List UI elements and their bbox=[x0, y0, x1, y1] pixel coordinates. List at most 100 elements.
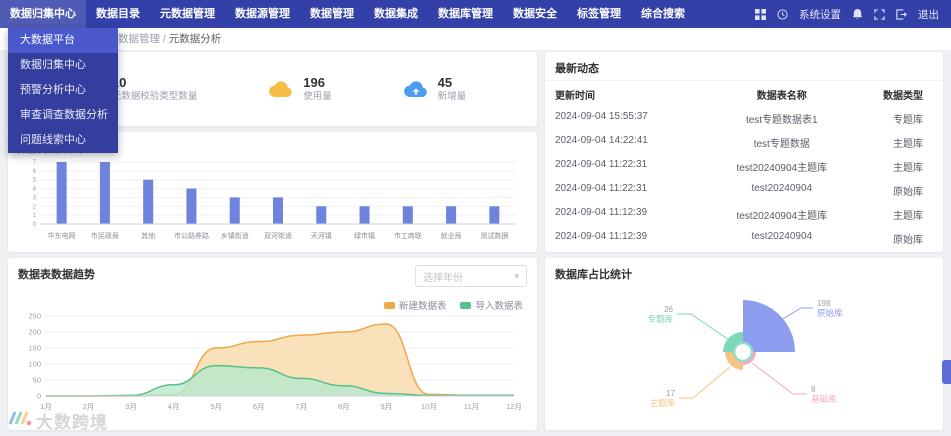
year-select-placeholder: 选择年份 bbox=[423, 272, 463, 284]
nav-item-database-management[interactable]: 数据库管理 bbox=[428, 0, 503, 28]
nav-item-data-catalog[interactable]: 数据目录 bbox=[86, 0, 150, 28]
menu-item-bigdata-platform[interactable]: 大数据平台 bbox=[8, 28, 118, 53]
table-row[interactable]: 2024-09-04 11:12:39 test20240904主题库 主题库 bbox=[545, 202, 943, 226]
data-collection-dropdown-menu: 大数据平台 数据归集中心 预警分析中心 审查调查数据分析 问题线索中心 bbox=[8, 28, 118, 153]
svg-text:6: 6 bbox=[33, 169, 37, 175]
clock-icon[interactable] bbox=[777, 8, 788, 20]
svg-text:华东电网: 华东电网 bbox=[48, 231, 76, 240]
svg-text:1: 1 bbox=[33, 213, 37, 219]
legend-marker bbox=[383, 301, 395, 309]
svg-text:2: 2 bbox=[33, 204, 37, 210]
logout-icon[interactable] bbox=[896, 8, 907, 20]
data-source-bar-chart: 0 1 2 3 4 5 6 7 华东电网 市民政局 其他 市公路养路 乡镇街道 双河街道 天河镇 绿市镇 市工商… bbox=[33, 160, 516, 240]
data-table-trend-chart: 0 50 100 150 200 250 1月 2月 3月 4月 5月 6月 7月 8月 9月 10月 11月 1… bbox=[28, 312, 522, 412]
svg-text:1月: 1月 bbox=[40, 402, 52, 411]
svg-text:绿市镇: 绿市镇 bbox=[354, 231, 375, 240]
logout-link[interactable]: 退出 bbox=[918, 7, 939, 22]
svg-text:主题库: 主题库 bbox=[649, 398, 675, 408]
svg-text:市公路养路: 市公路养路 bbox=[174, 231, 209, 240]
nav-item-data-security[interactable]: 数据安全 bbox=[503, 0, 567, 28]
svg-text:0: 0 bbox=[33, 222, 37, 228]
nav-item-metadata-management[interactable]: 元数据管理 bbox=[150, 0, 225, 28]
cell-data-type: 原始库 bbox=[892, 186, 923, 198]
cell-table-name: test20240904主题库 bbox=[736, 162, 828, 174]
svg-text:8: 8 bbox=[811, 385, 816, 394]
stat-new-added: 45 新增量 bbox=[403, 75, 467, 103]
svg-text:0: 0 bbox=[37, 392, 41, 401]
svg-text:5: 5 bbox=[33, 178, 37, 184]
svg-text:7: 7 bbox=[33, 160, 37, 166]
cell-data-type: 主题库 bbox=[892, 210, 923, 222]
svg-text:7月: 7月 bbox=[295, 402, 307, 411]
stat-label: 使用量 bbox=[303, 91, 332, 102]
svg-text:250: 250 bbox=[28, 312, 41, 321]
svg-text:基础库: 基础库 bbox=[811, 394, 837, 404]
news-table-header: 更新时间 数据表名称 数据类型 bbox=[545, 81, 943, 106]
year-select[interactable]: 选择年份 ▾ bbox=[415, 265, 527, 287]
cell-table-name: test20240904 bbox=[751, 230, 813, 242]
column-header-update-time: 更新时间 bbox=[555, 91, 595, 102]
cell-update-time: 2024-09-04 15:55:37 bbox=[555, 110, 648, 122]
cell-data-type: 主题库 bbox=[892, 162, 923, 174]
main-menu: 数据归集中心 数据目录 元数据管理 数据源管理 数据管理 数据集成 数据库管理 … bbox=[0, 0, 695, 28]
apps-grid-icon[interactable] bbox=[755, 8, 766, 20]
system-settings-link[interactable]: 系统设置 bbox=[799, 7, 841, 22]
table-row[interactable]: 2024-09-04 11:12:00 test20240904主题库 主题库 bbox=[545, 250, 943, 252]
svg-text:200: 200 bbox=[28, 328, 41, 337]
svg-text:12月: 12月 bbox=[506, 402, 522, 411]
table-row[interactable]: 2024-09-04 14:22:41 test专题数据 主题库 bbox=[545, 130, 943, 154]
table-row[interactable]: 2024-09-04 11:12:39 test20240904 原始库 bbox=[545, 226, 943, 250]
table-row[interactable]: 2024-09-04 15:55:37 test专题数据表1 专题库 bbox=[545, 106, 943, 130]
svg-text:专题库: 专题库 bbox=[647, 314, 673, 324]
svg-text:50: 50 bbox=[33, 376, 41, 385]
cell-data-type: 专题库 bbox=[892, 114, 923, 126]
column-header-table-name: 数据表名称 bbox=[756, 91, 807, 102]
cell-data-type: 主题库 bbox=[892, 138, 923, 150]
svg-text:2月: 2月 bbox=[83, 402, 95, 411]
menu-item-investigation-data-analysis[interactable]: 审查调查数据分析 bbox=[8, 103, 118, 128]
stat-label: 元数据校验类型数量 bbox=[111, 91, 198, 102]
breadcrumb-section[interactable]: 数据管理 bbox=[118, 33, 160, 45]
svg-text:26: 26 bbox=[664, 305, 673, 314]
navbar-right-tools: 系统设置 退出 bbox=[755, 7, 951, 22]
stat-label: 新增量 bbox=[437, 91, 467, 102]
svg-text:市工商联: 市工商联 bbox=[394, 231, 422, 240]
cell-table-name: test专题数据 bbox=[753, 138, 810, 150]
legend-item-new-tables[interactable]: 新建数据表 bbox=[383, 298, 446, 312]
svg-text:10月: 10月 bbox=[421, 402, 437, 411]
bell-icon[interactable] bbox=[852, 8, 863, 20]
cell-table-name: test20240904主题库 bbox=[736, 210, 828, 222]
cell-data-type: 原始库 bbox=[892, 234, 923, 246]
stat-value: 45 bbox=[437, 75, 453, 90]
nav-item-tag-management[interactable]: 标签管理 bbox=[567, 0, 631, 28]
nav-item-data-management[interactable]: 数据管理 bbox=[300, 0, 364, 28]
svg-text:8月: 8月 bbox=[338, 402, 350, 411]
cell-update-time: 2024-09-04 11:22:31 bbox=[555, 158, 648, 170]
side-floating-tab[interactable] bbox=[942, 360, 951, 384]
menu-item-data-collection-center[interactable]: 数据归集中心 bbox=[8, 53, 118, 78]
top-navbar: 数据归集中心 数据目录 元数据管理 数据源管理 数据管理 数据集成 数据库管理 … bbox=[0, 0, 951, 28]
cell-update-time: 2024-09-04 14:22:41 bbox=[555, 134, 648, 146]
panel-title-latest-updates: 最新动态 bbox=[555, 63, 599, 75]
menu-item-issue-clue-center[interactable]: 问题线索中心 bbox=[8, 128, 118, 153]
nav-item-global-search[interactable]: 综合搜索 bbox=[631, 0, 695, 28]
chevron-down-icon: ▾ bbox=[514, 270, 519, 281]
table-row[interactable]: 2024-09-04 11:22:31 test20240904主题库 主题库 bbox=[545, 154, 943, 178]
nav-item-data-collection-center[interactable]: 数据归集中心 bbox=[0, 0, 86, 28]
svg-text:就业局: 就业局 bbox=[441, 231, 462, 240]
svg-text:3: 3 bbox=[33, 195, 37, 201]
cloud-upload-icon bbox=[403, 79, 429, 99]
cell-update-time: 2024-09-04 11:22:31 bbox=[555, 182, 648, 194]
svg-text:其他: 其他 bbox=[141, 231, 155, 240]
data-table-trend-panel: 数据表数据趋势 选择年份 ▾ 新建数据表 导入数据表 0 50 100 150 200 2… bbox=[8, 258, 537, 430]
latest-updates-panel: 最新动态 更新时间 数据表名称 数据类型 2024-09-04 15:55:37… bbox=[545, 52, 943, 252]
nav-item-data-integration[interactable]: 数据集成 bbox=[364, 0, 428, 28]
nav-item-datasource-management[interactable]: 数据源管理 bbox=[225, 0, 300, 28]
table-row[interactable]: 2024-09-04 11:22:31 test20240904 原始库 bbox=[545, 178, 943, 202]
svg-text:11月: 11月 bbox=[464, 402, 479, 411]
menu-item-warning-analysis-center[interactable]: 预警分析中心 bbox=[8, 78, 118, 103]
fullscreen-icon[interactable] bbox=[874, 8, 885, 20]
legend-item-imported-tables[interactable]: 导入数据表 bbox=[460, 298, 523, 312]
cell-update-time: 2024-09-04 11:12:39 bbox=[555, 230, 648, 242]
legend-marker bbox=[460, 301, 472, 309]
